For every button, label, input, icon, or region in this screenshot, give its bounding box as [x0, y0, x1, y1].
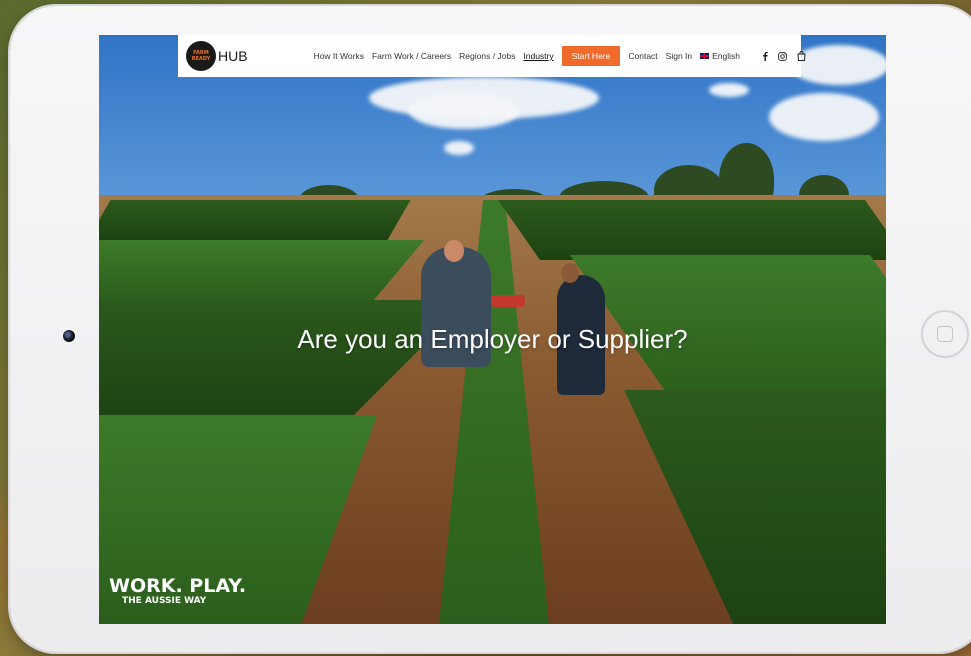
front-camera — [63, 330, 75, 342]
cloud — [709, 83, 749, 97]
nav-contact[interactable]: Contact — [628, 51, 657, 61]
uk-flag-icon — [700, 53, 710, 59]
work-play-badge: WORK. PLAY. THE AUSSIE WAY — [109, 576, 246, 606]
hero-title: Are you an Employer or Supplier? — [297, 324, 688, 354]
cloud — [409, 93, 519, 129]
nav-sign-in[interactable]: Sign In — [666, 51, 692, 61]
top-navbar: FARM READY HUB How It Works Farm Work / … — [178, 35, 806, 77]
nav-regions-jobs[interactable]: Regions / Jobs — [459, 51, 515, 61]
language-selector[interactable]: English — [700, 51, 740, 61]
badge-line2: THE AUSSIE WAY — [122, 596, 207, 606]
site-logo[interactable]: FARM READY HUB — [186, 41, 248, 71]
facebook-icon[interactable] — [762, 51, 768, 61]
nav-industry[interactable]: Industry — [523, 51, 553, 61]
home-square-icon — [937, 326, 953, 342]
tablet-screen: Are you an Employer or Supplier? WORK. P… — [99, 35, 886, 624]
cloud — [444, 141, 474, 155]
logo-text: HUB — [218, 48, 248, 64]
home-button[interactable] — [921, 310, 969, 358]
shopping-bag-icon[interactable] — [797, 51, 806, 61]
language-label: English — [712, 51, 741, 61]
nav-how-it-works[interactable]: How It Works — [314, 51, 364, 61]
nav-links: How It Works Farm Work / Careers Regions… — [314, 46, 740, 66]
logo-mark: FARM READY — [186, 41, 216, 71]
badge-line1: WORK. PLAY. — [109, 575, 247, 597]
nav-farm-work-careers[interactable]: Farm Work / Careers — [372, 51, 451, 61]
start-here-button[interactable]: Start Here — [561, 46, 621, 66]
instagram-icon[interactable] — [778, 51, 787, 61]
social-icons — [762, 51, 806, 61]
cloud — [769, 93, 879, 141]
